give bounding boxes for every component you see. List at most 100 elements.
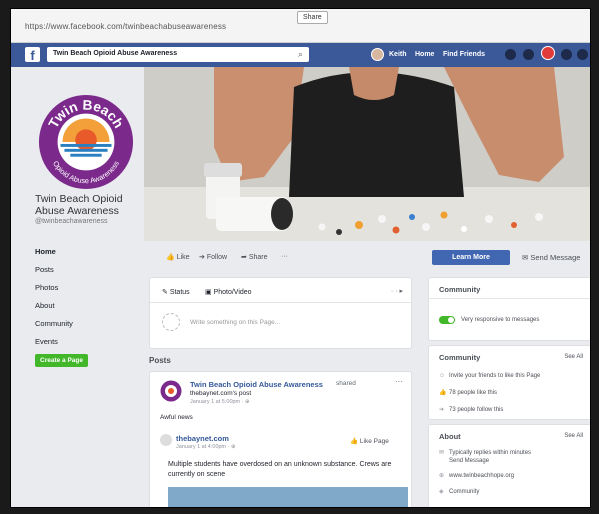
feed-post: Twin Beach Opioid Abuse Awareness shared… bbox=[149, 371, 412, 507]
nav-home[interactable]: Home bbox=[35, 243, 73, 261]
community-title: Community bbox=[439, 285, 481, 294]
shared-source-name[interactable]: thebaynet.com bbox=[176, 434, 229, 443]
nav-events[interactable]: Events bbox=[35, 333, 73, 351]
shared-post-image[interactable] bbox=[168, 487, 408, 507]
community-card: Community Very responsive to messages bbox=[428, 277, 590, 341]
category-text: Community bbox=[449, 489, 480, 495]
cover-photo[interactable] bbox=[144, 67, 591, 241]
messages-icon[interactable] bbox=[523, 49, 534, 60]
facebook-top-bar: f Twin Beach Opioid Abuse Awareness ⌕ Ke… bbox=[11, 43, 590, 67]
post-shared-word: shared bbox=[336, 380, 356, 387]
page-title: Twin Beach Opioid Abuse Awareness bbox=[35, 193, 123, 217]
page-handle[interactable]: @twinbeachawareness bbox=[35, 218, 107, 225]
divider bbox=[150, 302, 411, 303]
browser-window: https://www.facebook.com/twinbeachabusea… bbox=[10, 8, 591, 508]
nav-community[interactable]: Community bbox=[35, 315, 73, 333]
composer-more-icon[interactable]: · · ▸ bbox=[391, 287, 403, 295]
follow-button[interactable]: ➔ Follow bbox=[199, 253, 227, 261]
help-icon[interactable] bbox=[561, 49, 572, 60]
friend-requests-icon[interactable] bbox=[505, 49, 516, 60]
community-stats-card: Community See All ☺ Invite your friends t… bbox=[428, 345, 590, 420]
nav-about[interactable]: About bbox=[35, 297, 73, 315]
invite-text: Invite your friends to like this Page bbox=[449, 373, 541, 379]
follow-icon: ➔ bbox=[439, 407, 445, 413]
post-composer: ✎ Status ▣ Photo/Video · · ▸ Write somet… bbox=[149, 277, 412, 349]
user-name-link[interactable]: Keith bbox=[389, 51, 407, 58]
share-tooltip: Share bbox=[297, 11, 328, 24]
search-input[interactable]: Twin Beach Opioid Abuse Awareness ⌕ bbox=[47, 47, 309, 62]
reply-time-row: ✉ Typically replies within minutes bbox=[439, 449, 531, 457]
status-tab[interactable]: ✎ Status bbox=[162, 288, 190, 296]
facebook-logo-icon[interactable]: f bbox=[25, 47, 40, 63]
responsive-text: Very responsive to messages bbox=[461, 317, 540, 323]
about-send-message-link[interactable]: Send Message bbox=[449, 457, 489, 465]
website-text: www.twinbeachhope.org bbox=[449, 473, 515, 479]
user-avatar[interactable] bbox=[371, 48, 384, 61]
website-row[interactable]: ⊕ www.twinbeachhope.org bbox=[439, 472, 514, 480]
nav-posts[interactable]: Posts bbox=[35, 261, 73, 279]
like-button[interactable]: 👍 Like bbox=[166, 253, 190, 261]
send-message-label: Send Message bbox=[530, 253, 581, 262]
share-label: Share bbox=[248, 254, 268, 261]
more-button[interactable]: ··· bbox=[281, 253, 288, 260]
url-text[interactable]: https://www.facebook.com/twinbeachabusea… bbox=[25, 22, 226, 31]
globe-icon: ⊕ bbox=[439, 473, 445, 479]
photo-video-label: Photo/Video bbox=[213, 289, 252, 296]
thumbs-up-icon: 👍 bbox=[439, 390, 447, 396]
chat-icon: ✉ bbox=[439, 450, 445, 456]
invite-friends-row[interactable]: ☺ Invite your friends to like this Page bbox=[439, 372, 540, 380]
follows-row: ➔ 73 people follow this bbox=[439, 406, 503, 414]
shared-source-avatar[interactable] bbox=[160, 434, 172, 446]
thumbs-up-icon: 👍 bbox=[166, 254, 177, 261]
like-page-label: Like Page bbox=[359, 438, 389, 445]
status-label: Status bbox=[169, 289, 190, 296]
create-page-button[interactable]: Create a Page bbox=[35, 354, 88, 367]
shared-timestamp[interactable]: January 1 at 4:00pm · ⊕ bbox=[176, 444, 236, 450]
search-icon[interactable]: ⌕ bbox=[298, 49, 303, 60]
category-row[interactable]: ◈ Community bbox=[439, 488, 479, 496]
about-card: About See All ✉ Typically replies within … bbox=[428, 424, 590, 507]
share-icon: ➦ bbox=[241, 254, 249, 261]
learn-more-button[interactable]: Learn More bbox=[432, 250, 510, 265]
thumbs-up-icon: 👍 bbox=[350, 438, 360, 445]
page-actions: 👍 Like ➔ Follow ➦ Share ··· Learn More ✉… bbox=[144, 245, 590, 267]
photo-video-tab[interactable]: ▣ Photo/Video bbox=[205, 288, 252, 296]
composer-input[interactable]: Write something on this Page... bbox=[190, 319, 280, 326]
notifications-icon[interactable] bbox=[541, 46, 555, 60]
page-logo[interactable]: Twin Beach Opioid Abuse Awareness bbox=[37, 93, 135, 191]
account-menu-icon[interactable] bbox=[577, 49, 588, 60]
follows-text: 73 people follow this bbox=[449, 407, 504, 413]
share-button[interactable]: ➦ Share bbox=[241, 253, 268, 261]
likes-row: 👍 78 people like this bbox=[439, 389, 497, 397]
like-label: Like bbox=[176, 254, 190, 261]
post-timestamp[interactable]: January 1 at 5:00pm · ⊕ bbox=[190, 399, 250, 405]
likes-text: 78 people like this bbox=[449, 390, 498, 396]
about-title: About bbox=[439, 432, 461, 441]
shared-post-text: Multiple students have overdosed on an u… bbox=[168, 461, 392, 478]
find-friends-link[interactable]: Find Friends bbox=[443, 51, 485, 58]
community-stats-title: Community bbox=[439, 353, 481, 362]
post-options-icon[interactable]: ··· bbox=[395, 377, 403, 386]
posts-heading: Posts bbox=[149, 356, 171, 365]
page-nav: Home Posts Photos About Community Events bbox=[35, 243, 73, 351]
about-see-all-link[interactable]: See All bbox=[564, 433, 583, 439]
see-all-link[interactable]: See All bbox=[564, 354, 583, 360]
camera-icon: ▣ bbox=[205, 289, 214, 296]
post-author-avatar[interactable] bbox=[160, 380, 182, 402]
post-shared-source[interactable]: thebaynet.com's post bbox=[190, 390, 251, 397]
send-message-button[interactable]: ✉ Send Message bbox=[522, 253, 580, 262]
address-bar[interactable]: https://www.facebook.com/twinbeachabusea… bbox=[11, 9, 590, 43]
follow-label: Follow bbox=[206, 254, 228, 261]
post-author[interactable]: Twin Beach Opioid Abuse Awareness bbox=[190, 380, 323, 389]
like-page-button[interactable]: 👍 Like Page bbox=[350, 437, 389, 445]
invite-icon: ☺ bbox=[439, 373, 446, 379]
nav-photos[interactable]: Photos bbox=[35, 279, 73, 297]
home-link[interactable]: Home bbox=[415, 51, 434, 58]
tag-icon: ◈ bbox=[439, 489, 444, 495]
left-sidebar: Twin Beach Opioid Abuse Awareness Twin B… bbox=[11, 67, 139, 507]
search-text: Twin Beach Opioid Abuse Awareness bbox=[53, 50, 178, 57]
divider bbox=[429, 298, 590, 299]
post-text: Awful news bbox=[160, 414, 193, 421]
pencil-icon: ✎ bbox=[162, 289, 170, 296]
responsive-badge-icon bbox=[439, 316, 455, 324]
